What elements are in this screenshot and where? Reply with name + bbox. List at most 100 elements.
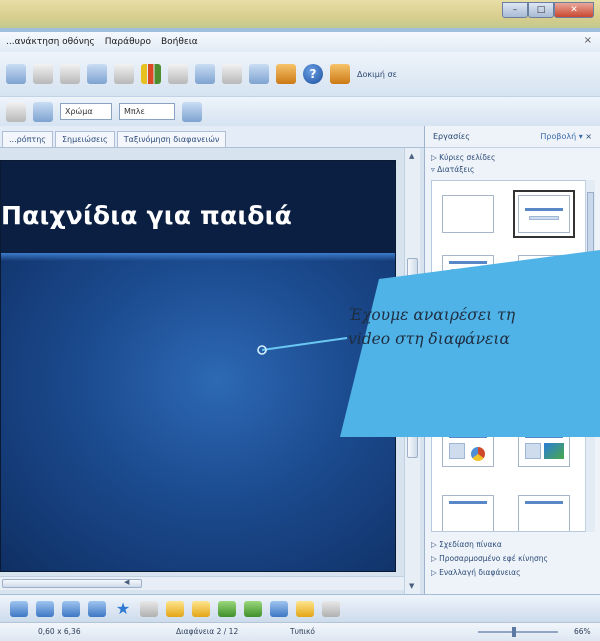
shadow-toggle-icon[interactable] [296,600,314,617]
horizontal-scroll-thumb[interactable] [2,579,142,588]
layout-table[interactable] [442,369,494,407]
layout-bar [525,208,563,211]
text-box-icon[interactable] [192,600,210,617]
vertical-scroll-thumb[interactable] [407,258,418,458]
menu-item-window[interactable]: Παράθυρο [105,37,151,47]
layout-title-only[interactable] [442,495,494,531]
layout-image-text[interactable] [518,369,570,407]
image-icon[interactable] [195,64,215,84]
slide-counter: Διαφάνεια 2 / 12 [176,627,239,636]
cursor-position: 0,60 x 6,36 [38,627,81,636]
layout-image [525,383,545,399]
section-master-pages-label: Κύριες σελίδες [439,153,496,162]
line-icon[interactable] [6,101,26,122]
layout-bar [525,435,563,438]
layout-centered-text[interactable] [518,495,570,531]
layout-two-columns[interactable] [518,255,570,293]
close-document-icon[interactable]: × [584,35,592,46]
help-icon[interactable]: ? [303,64,323,84]
layout-block [525,269,543,285]
layout-block [548,383,564,399]
line-style-select[interactable]: Μπλε [119,103,175,120]
standard-toolbar: ? Δοκιμή σε [0,52,600,96]
layout-chart[interactable] [442,429,494,467]
section-layouts[interactable]: ▿ Διατάξεις [431,165,474,174]
layout-bar [525,375,563,378]
layout-name: Τυπικό [290,627,315,636]
tab-outline[interactable]: ...ρόπτης [2,131,53,147]
points-icon[interactable] [140,600,158,617]
arrow-shapes-icon[interactable] [10,600,28,617]
tasks-pane-title: Εργασίες [433,132,470,141]
layout-image [544,443,564,459]
minimize-button[interactable]: – [502,2,528,18]
more-tools-icon[interactable] [322,600,340,617]
line-fill-toolbar: Χρώμα Μπλε [0,96,600,126]
table-icon[interactable] [168,64,188,84]
status-bar: 0,60 x 6,36 Διαφάνεια 2 / 12 Τυπικό 66% [0,622,600,641]
tasks-pane-scrollbar[interactable] [585,180,595,532]
check-icon[interactable] [60,64,80,84]
layout-bar [449,501,487,504]
color-select[interactable]: Χρώμα [60,103,112,120]
tasks-pane-scroll-thumb[interactable] [587,192,594,284]
layout-block [449,443,465,459]
callout-shapes-icon[interactable] [88,600,106,617]
vertical-scrollbar[interactable]: ▲ ▼ [404,148,420,594]
paintbrush-icon[interactable] [33,64,53,84]
tab-notes[interactable]: Σημειώσεις [55,131,115,147]
back-arrow-icon[interactable] [6,64,26,84]
function-label[interactable]: Δοκιμή σε [357,70,397,79]
arrow-style-icon[interactable] [33,101,53,122]
flowchart-icon[interactable] [62,600,80,617]
tasks-close-icon[interactable]: × [585,132,592,141]
gallery-icon[interactable] [244,600,262,617]
callout-line-2: video στη διαφάνεια [348,330,510,348]
layout-title-content[interactable] [513,190,575,238]
menu-item-help[interactable]: Βοήθεια [161,37,198,47]
tasks-view-menu[interactable]: Προβολή ▾ [540,132,582,141]
grid-icon[interactable] [222,64,242,84]
layout-bar [449,435,487,438]
layout-bar [525,261,563,264]
slide-title[interactable]: Παιχνίδια για παιδιά [1,201,292,230]
layout-bar [525,501,563,504]
insert-image-icon[interactable] [218,600,236,617]
pointer-icon[interactable] [276,64,296,84]
extrusion-icon[interactable] [270,600,288,617]
maximize-button[interactable]: □ [528,2,554,18]
section-table-design[interactable]: ▷ Σχεδίαση πίνακα [431,540,502,549]
layout-text-image[interactable] [518,429,570,467]
layout-blank[interactable] [442,195,494,233]
section-master-pages[interactable]: ▷ Κύριες σελίδες [431,153,495,162]
star-icon[interactable]: ★ [114,600,132,617]
undo-icon[interactable] [87,64,107,84]
section-custom-animation[interactable]: ▷ Προσαρμοσμένο εφέ κίνησης [431,554,548,563]
layout-title-list[interactable] [442,255,494,293]
application-window: – □ ✕ ...ανάκτηση οθόνης Παράθυρο Βοήθει… [0,0,600,641]
zoom-slider[interactable] [478,627,558,637]
tasks-pane: Εργασίες Προβολή ▾ × ▷ Κύριες σελίδες ▿ … [424,126,600,594]
slide-canvas[interactable]: Παιχνίδια για παιδιά [0,160,396,572]
navigator-icon[interactable] [249,64,269,84]
scroll-left-arrow-icon[interactable]: ◀ [124,578,129,586]
close-window-button[interactable]: ✕ [554,2,594,18]
shadow-icon[interactable] [182,101,202,122]
horizontal-scrollbar[interactable]: ◀ [0,576,404,590]
slide-content-area[interactable] [1,253,395,571]
block-arrows-icon[interactable] [36,600,54,617]
function-icon[interactable] [330,64,350,84]
scroll-down-arrow-icon[interactable]: ▼ [409,582,414,590]
tab-slide-sorter[interactable]: Ταξινόμηση διαφανειών [116,131,227,147]
section-slide-transition-label: Εναλλαγή διαφάνειας [439,568,521,577]
menu-item-view[interactable]: ...ανάκτηση οθόνης [6,37,95,47]
layouts-panel [431,180,591,532]
fontwork-icon[interactable] [166,600,184,617]
redo-icon[interactable] [114,64,134,84]
scroll-up-arrow-icon[interactable]: ▲ [409,152,414,160]
zoom-level[interactable]: 66% [574,627,591,636]
section-slide-transition[interactable]: ▷ Εναλλαγή διαφάνειας [431,568,521,577]
layout-block [529,216,559,220]
layout-block [451,269,485,285]
chart-icon[interactable] [141,64,161,84]
